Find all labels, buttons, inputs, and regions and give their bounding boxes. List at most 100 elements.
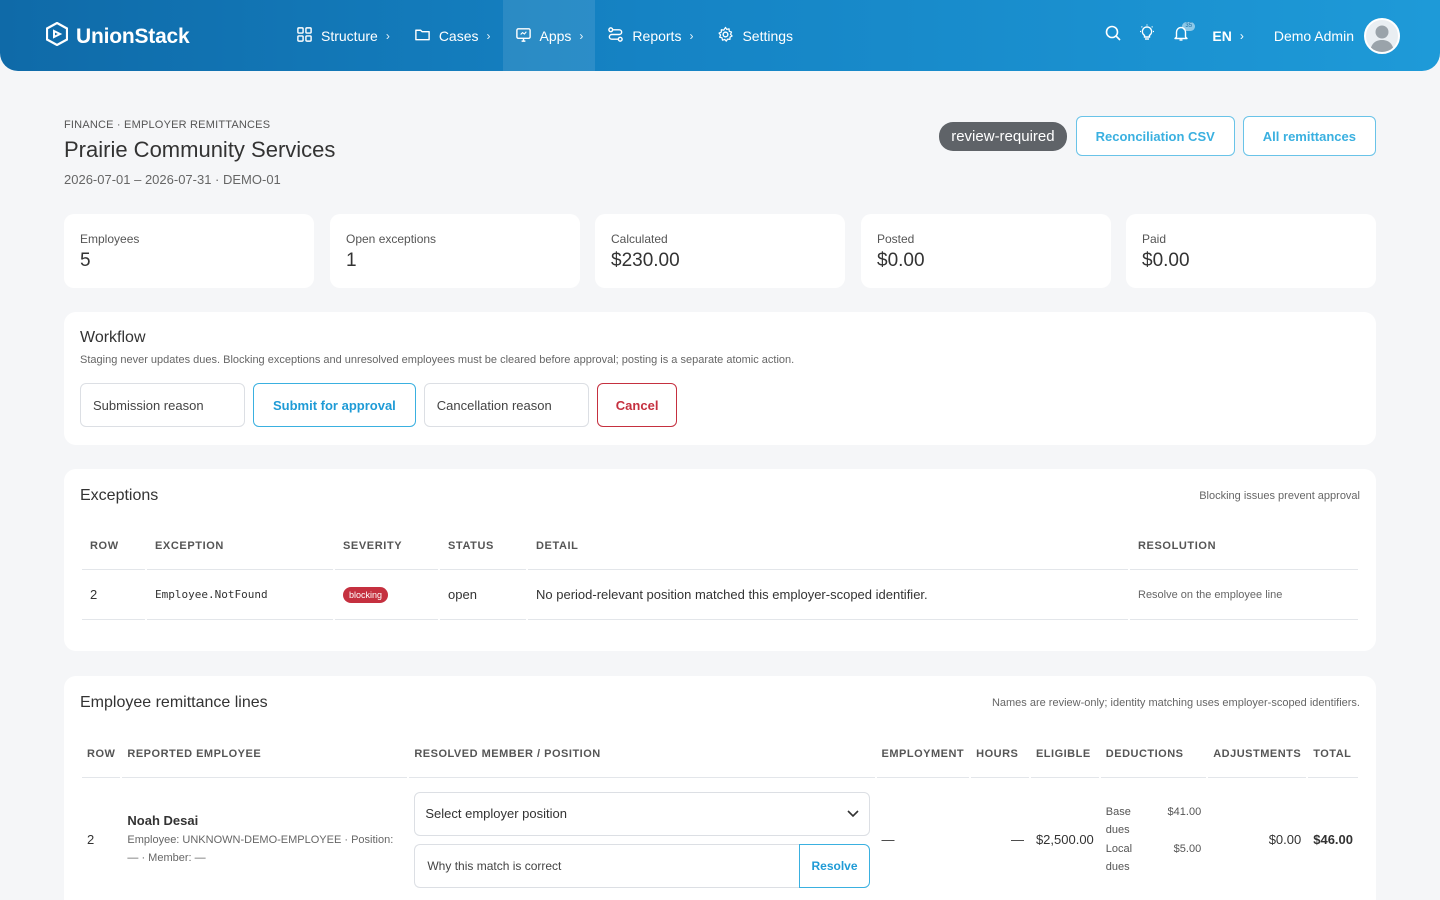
column-header: Employment (876, 730, 970, 778)
stat-card-posted: Posted $0.00 (861, 214, 1111, 288)
employer-position-select[interactable]: Select employer position (414, 791, 870, 836)
remittance-lines-table: Row Reported employee Resolved member / … (80, 730, 1360, 900)
submit-for-approval-button[interactable]: Submit for approval (253, 383, 416, 427)
brand-name: UnionStack (76, 24, 190, 48)
chevron-right-icon: › (1239, 28, 1244, 43)
search-icon (1104, 24, 1122, 47)
period-label: 2026-07-01 – 2026-07-31 · DEMO-01 (64, 172, 281, 187)
lightbulb-icon (1138, 24, 1156, 47)
nav-item-cases[interactable]: Cases › (402, 0, 503, 71)
select-value: Select employer position (425, 806, 567, 821)
nav-item-reports[interactable]: Reports › (595, 0, 705, 71)
column-header: Deductions (1100, 730, 1207, 778)
chevron-right-icon: › (385, 28, 390, 43)
cancellation-reason-input[interactable]: Cancellation reason (423, 383, 589, 427)
cell-severity: blocking (335, 570, 438, 620)
column-header: Resolution (1130, 522, 1358, 570)
resolve-button[interactable]: Resolve (799, 843, 870, 888)
stat-value: 5 (80, 250, 91, 271)
stat-card-employees: Employees 5 (64, 214, 314, 288)
nav-label-reports: Reports (632, 27, 682, 44)
stat-label: Calculated (611, 232, 668, 246)
notifications-button[interactable]: 35 (1164, 0, 1198, 71)
cell-exception: Employee.NotFound (147, 570, 333, 620)
cell-eligible: $2,500.00 (1031, 778, 1099, 900)
gear-icon (717, 26, 734, 46)
employee-name: Noah Desai (127, 812, 199, 828)
nav-item-settings[interactable]: Settings (705, 0, 805, 71)
employee-meta-line: — · Member: — (127, 851, 206, 864)
stat-card-paid: Paid $0.00 (1126, 214, 1376, 288)
column-header: Hours (971, 730, 1029, 778)
nav-label-settings: Settings (742, 27, 794, 44)
cell-row: 2 (82, 778, 120, 900)
stat-value: $0.00 (877, 250, 925, 271)
brand[interactable]: UnionStack (45, 21, 190, 51)
exceptions-title: Exceptions (80, 487, 159, 504)
reconciliation-csv-button[interactable]: Reconciliation CSV (1075, 116, 1235, 156)
match-reason-input[interactable]: Why this match is correct (414, 843, 800, 888)
cell-adjustments: $0.00 (1208, 778, 1306, 900)
deduction-name: Base (1105, 805, 1131, 818)
column-header: Status (440, 522, 526, 570)
remittance-lines-card: Employee remittance lines Names are revi… (64, 676, 1376, 900)
column-header: Eligible (1030, 730, 1099, 778)
cell-detail: No period-relevant position matched this… (528, 570, 1128, 620)
header-actions: review-required Reconciliation CSV All r… (939, 116, 1376, 156)
brand-logo-icon (45, 21, 69, 51)
stat-card-calculated: Calculated $230.00 (595, 214, 845, 288)
deduction-name: dues (1105, 824, 1130, 836)
column-header: Adjustments (1208, 730, 1307, 778)
deduction-item: Base dues $41.00 (1106, 803, 1201, 840)
notification-count-badge: 35 (1182, 22, 1196, 31)
deduction-name: dues (1105, 861, 1130, 873)
employee-meta: Employee: UNKNOWN-DEMO-EMPLOYEE · Positi… (127, 831, 402, 867)
all-remittances-button[interactable]: All remittances (1242, 116, 1376, 156)
folder-icon (414, 26, 431, 46)
stat-card-open-exceptions: Open exceptions 1 (330, 214, 580, 288)
chevron-right-icon: › (689, 28, 694, 43)
lines-title: Employee remittance lines (80, 694, 268, 711)
deduction-name: Local (1105, 842, 1133, 855)
stat-label: Open exceptions (346, 232, 437, 246)
exceptions-note: Blocking issues prevent approval (1199, 490, 1360, 502)
column-header: Row (82, 522, 145, 570)
submission-reason-input[interactable]: Submission reason (80, 383, 245, 427)
user-menu[interactable]: Demo Admin (1273, 17, 1400, 54)
stat-value: 1 (346, 250, 357, 271)
cell-resolution: Resolve on the employee line (1130, 570, 1358, 620)
search-button[interactable] (1096, 0, 1130, 71)
column-header: Detail (528, 522, 1128, 570)
nav-label-structure: Structure (321, 27, 378, 44)
column-header: Row (82, 730, 121, 778)
avatar (1364, 17, 1400, 54)
cancel-button[interactable]: Cancel (596, 383, 678, 427)
lines-note: Names are review-only; identity matching… (991, 697, 1360, 709)
stat-label: Paid (1142, 232, 1167, 246)
employee-meta-line: Employee: UNKNOWN-DEMO-EMPLOYEE · Positi… (127, 833, 394, 846)
table-header-row: Row Reported employee Resolved member / … (82, 730, 1358, 778)
language-label: EN (1212, 27, 1232, 44)
exceptions-card: Exceptions Blocking issues prevent appro… (64, 469, 1376, 651)
nav-item-apps[interactable]: Apps › (502, 0, 596, 71)
user-name: Demo Admin (1273, 27, 1354, 44)
top-navbar: UnionStack Structure › Cases › Apps › Re… (0, 0, 1440, 71)
language-selector[interactable]: EN › (1212, 28, 1243, 44)
chevron-down-icon (846, 806, 859, 821)
severity-badge: blocking (343, 587, 389, 603)
table-row: 2 Employee.NotFound blocking open No per… (82, 570, 1358, 620)
tips-button[interactable] (1130, 0, 1164, 71)
chevron-right-icon: › (486, 28, 491, 43)
stat-label: Employees (80, 232, 140, 246)
grid-icon (296, 26, 313, 46)
exceptions-table: Row Exception Severity Status Detail Res… (80, 522, 1360, 620)
cell-employment: — (877, 778, 970, 900)
stat-label: Posted (877, 232, 915, 246)
column-header: Severity (335, 522, 438, 570)
nav-item-structure[interactable]: Structure › (284, 0, 402, 71)
workflow-card: Workflow Staging never updates dues. Blo… (64, 312, 1376, 445)
stat-value: $0.00 (1142, 250, 1190, 271)
cell-hours: — (971, 778, 1029, 900)
header-tools: 35 EN › Demo Admin (1096, 0, 1400, 71)
cell-reported-employee: Noah Desai Employee: UNKNOWN-DEMO-EMPLOY… (122, 778, 407, 900)
